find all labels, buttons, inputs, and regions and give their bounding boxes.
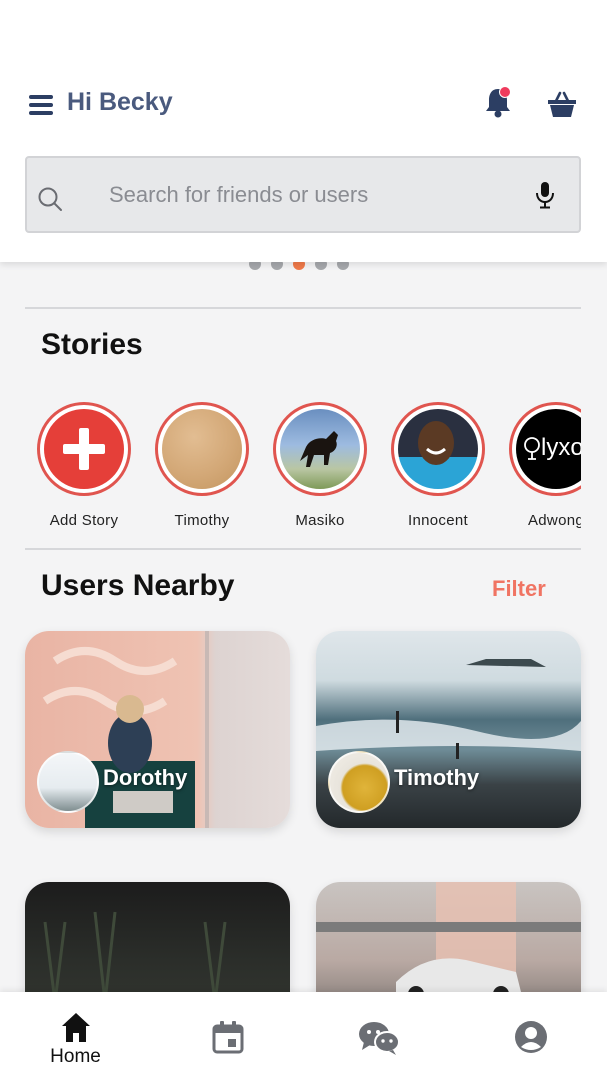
svg-text:lyxo: lyxo [541, 434, 581, 461]
users-nearby-title: Users Nearby [41, 569, 235, 602]
search-icon [38, 187, 62, 211]
user-avatar [328, 751, 390, 813]
nav-profile[interactable] [455, 992, 606, 1080]
user-avatar [37, 751, 99, 813]
nav-calendar[interactable] [152, 992, 303, 1080]
menu-icon[interactable] [29, 95, 53, 115]
story-avatar [280, 409, 360, 489]
story-avatar: lyxo [516, 409, 581, 489]
stories-row: Add Story Timothy Masiko Innocent lyxo A… [25, 400, 581, 530]
story-timothy[interactable]: Timothy [143, 400, 261, 529]
story-avatar [162, 409, 242, 489]
story-masiko[interactable]: Masiko [261, 400, 379, 529]
divider [25, 548, 581, 550]
app-header: Hi Becky [0, 0, 607, 262]
story-ring [155, 402, 249, 496]
notification-badge [499, 86, 511, 98]
story-add[interactable]: Add Story [25, 400, 143, 529]
home-icon [61, 1013, 90, 1042]
story-ring: lyxo [509, 402, 581, 496]
greeting-title: Hi Becky [67, 88, 173, 116]
calendar-icon [212, 1021, 243, 1054]
story-adwong[interactable]: lyxo Adwong [497, 400, 581, 529]
story-innocent[interactable]: Innocent [379, 400, 497, 529]
stories-title: Stories [41, 328, 143, 361]
bottom-navigation: Home [0, 992, 607, 1080]
user-name: Timothy [394, 765, 480, 790]
search-input[interactable] [109, 158, 489, 231]
story-label: Timothy [174, 512, 230, 529]
user-name: Dorothy [103, 765, 188, 790]
nav-home[interactable]: Home [0, 992, 151, 1080]
story-label: Add Story [49, 512, 119, 529]
story-label: Innocent [408, 512, 468, 529]
plus-icon [44, 409, 124, 489]
story-label: Adwong [527, 512, 581, 529]
nav-chat[interactable] [303, 992, 454, 1080]
story-ring [37, 402, 131, 496]
user-card-timothy[interactable]: Timothy [316, 631, 581, 828]
story-ring [391, 402, 485, 496]
story-ring [273, 402, 367, 496]
profile-icon [514, 1021, 547, 1053]
chat-icon [358, 1022, 400, 1055]
nav-label: Home [50, 1046, 101, 1067]
search-bar[interactable] [25, 156, 581, 233]
user-card-dorothy[interactable]: Dorothy [25, 631, 290, 828]
basket-icon[interactable] [547, 89, 577, 119]
divider [25, 307, 581, 309]
lyx-logo: lyxo [524, 434, 581, 461]
microphone-icon[interactable] [534, 181, 556, 209]
filter-button[interactable]: Filter [492, 576, 546, 602]
story-avatar [398, 409, 478, 489]
story-label: Masiko [295, 512, 345, 529]
